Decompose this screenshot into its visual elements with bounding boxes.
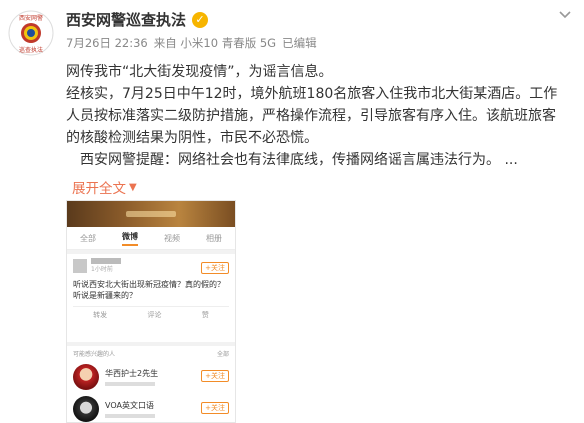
shot-rec-avatar	[73, 364, 99, 390]
shot-rec-head: 可能感兴趣的人 全部	[73, 349, 229, 358]
police-badge-icon: 西安网警 巡查执法	[8, 10, 54, 56]
chevron-down-icon	[559, 11, 571, 19]
expand-label: 展开全文	[72, 181, 126, 197]
post-line-2: 经核实，7月25日中午12时，境外航班180名旅客入住我市北大街某酒店。工作人员…	[66, 86, 558, 146]
post-source: 来自 小米10 青春版 5G	[153, 36, 277, 50]
author-name-row: 西安网警巡查执法 ✓	[66, 9, 209, 30]
shot-recommendations: 可能感兴趣的人 全部 华西护士2先生 +关注 VOA英文口语 +关注	[67, 346, 235, 422]
shot-rec-sub	[105, 414, 155, 418]
avatar-text-bottom: 巡查执法	[19, 46, 43, 54]
shot-comment: 评论	[147, 311, 162, 319]
shot-tab-active: 微博	[122, 231, 138, 246]
shot-like: 赞	[201, 311, 209, 319]
post-line-1: 网传我市“北大街发现疫情”，为谣言信息。	[66, 64, 333, 80]
shot-time: 1小时前	[91, 266, 113, 273]
shot-follow-button: +关注	[201, 262, 229, 274]
shot-rec-name: 华西护士2先生	[105, 369, 159, 378]
shot-tab: 视频	[164, 233, 180, 243]
shot-rec-more: 全部	[216, 351, 229, 358]
expand-full-text-link[interactable]: 展开全文 ▼	[72, 177, 137, 197]
weibo-post: 西安网警 巡查执法 西安网警巡查执法 ✓ 7月26日 22:36 来自 小米10…	[0, 0, 584, 423]
post-meta: 7月26日 22:36 来自 小米10 青春版 5G 已编辑	[66, 35, 317, 51]
shot-post-text: 听说西安北大街出现新冠疫情？真的假的？听说是新疆来的？	[73, 280, 225, 300]
shot-post-card: 1小时前 +关注 听说西安北大街出现新冠疫情？真的假的？听说是新疆来的？ 转发 …	[67, 254, 235, 342]
shot-rec-user: VOA英文口语 +关注	[73, 396, 229, 422]
shot-tab: 相册	[206, 233, 222, 243]
shot-actions: 转发 评论 赞	[73, 306, 229, 320]
shot-banner	[67, 201, 235, 227]
shot-tabs: 全部 微博 视频 相册	[67, 227, 235, 250]
shot-rec-follow: +关注	[201, 370, 229, 382]
shot-repost: 转发	[93, 311, 108, 319]
shot-tab: 全部	[80, 233, 96, 243]
post-time[interactable]: 7月26日 22:36	[66, 35, 148, 51]
embedded-screenshot-image[interactable]: 全部 微博 视频 相册 1小时前 +关注 听说西安北大街出现新冠疫情？真的假的？…	[66, 200, 236, 423]
shot-rec-sub	[105, 382, 155, 386]
post-content: 网传我市“北大街发现疫情”，为谣言信息。 经核实，7月25日中午12时，境外航班…	[66, 61, 566, 171]
shot-rec-follow: +关注	[201, 402, 229, 414]
chevron-down-icon: ▼	[129, 181, 137, 193]
author-avatar[interactable]: 西安网警 巡查执法	[8, 10, 54, 56]
verified-icon: ✓	[192, 11, 209, 28]
shot-avatar	[73, 258, 87, 273]
avatar-text-top: 西安网警	[19, 14, 43, 22]
shot-rec-name: VOA英文口语	[105, 401, 154, 410]
post-line-3: 西安网警提醒：网络社会也有法律底线，传播网络谣言属违法行为。 ...	[80, 152, 518, 168]
post-edited: 已编辑	[282, 36, 317, 50]
author-name[interactable]: 西安网警巡查执法	[66, 9, 186, 30]
shot-rec-user: 华西护士2先生 +关注	[73, 364, 229, 390]
post-menu-button[interactable]	[558, 8, 572, 22]
shot-rec-title: 可能感兴趣的人	[73, 351, 116, 358]
shot-rec-avatar	[73, 396, 99, 422]
